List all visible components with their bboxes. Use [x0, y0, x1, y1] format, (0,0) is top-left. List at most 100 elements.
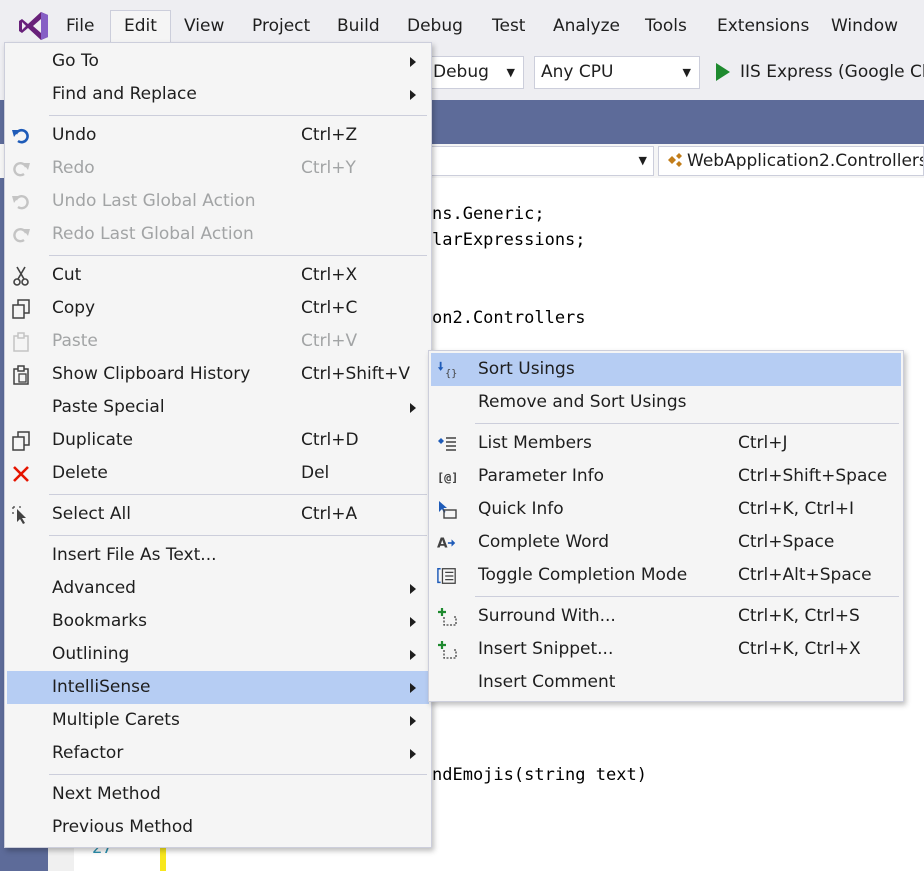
- menu-item-go-to[interactable]: Go To: [5, 45, 431, 78]
- shortcut-label: Ctrl+Space: [738, 532, 835, 552]
- menu-item-label: Multiple Carets: [52, 710, 180, 730]
- menu-item-label: List Members: [478, 433, 592, 453]
- shortcut-label: Ctrl+V: [301, 331, 358, 351]
- run-target-button[interactable]: IIS Express (Google Chr: [740, 56, 924, 89]
- svg-text:{}: {}: [445, 368, 457, 379]
- shortcut-label: Ctrl+J: [738, 433, 788, 453]
- menu-item-select-all[interactable]: Select All Ctrl+A: [5, 498, 431, 531]
- menu-item-label: Parameter Info: [478, 466, 605, 486]
- edit-menu: Go To Find and Replace Undo Ctrl+Z Redo …: [4, 42, 432, 848]
- menu-item-label: Cut: [52, 265, 82, 285]
- chevron-down-icon: ▼: [506, 66, 515, 79]
- menu-item-sort-usings[interactable]: {} Sort Usings: [431, 353, 901, 386]
- menu-item-surround-with[interactable]: Surround With... Ctrl+K, Ctrl+S: [429, 600, 903, 633]
- menu-item-intellisense[interactable]: IntelliSense: [7, 671, 429, 704]
- submenu-arrow-icon: [410, 683, 416, 693]
- menu-item-remove-and-sort-usings[interactable]: Remove and Sort Usings: [429, 386, 903, 419]
- svg-text:[@]: [@]: [437, 471, 457, 485]
- delete-x-icon: [13, 466, 29, 482]
- menu-item-label: Show Clipboard History: [52, 364, 251, 384]
- sort-usings-icon: {}: [437, 361, 457, 379]
- menu-item-complete-word[interactable]: A Complete Word Ctrl+Space: [429, 526, 903, 559]
- submenu-arrow-icon: [410, 749, 416, 759]
- intellisense-submenu: {} Sort Usings Remove and Sort Usings Li…: [428, 350, 904, 702]
- menu-separator: [49, 774, 427, 775]
- menu-tools[interactable]: Tools: [645, 10, 687, 43]
- menu-item-label: Duplicate: [52, 430, 133, 450]
- menu-separator: [49, 115, 427, 116]
- menu-item-copy[interactable]: Copy Ctrl+C: [5, 292, 431, 325]
- menu-item-redo-last-global-action[interactable]: Redo Last Global Action: [5, 218, 431, 251]
- menu-item-paste[interactable]: Paste Ctrl+V: [5, 325, 431, 358]
- member-dropdown[interactable]: WebApplication2.Controllers.E: [658, 146, 924, 176]
- menu-item-cut[interactable]: Cut Ctrl+X: [5, 259, 431, 292]
- code-line: ndEmojis(string text): [432, 765, 647, 785]
- surround-with-icon: [438, 608, 457, 626]
- menu-item-bookmarks[interactable]: Bookmarks: [5, 605, 431, 638]
- redo-icon: [13, 162, 30, 177]
- complete-word-icon: A: [437, 536, 456, 552]
- visual-studio-logo-icon[interactable]: [18, 10, 50, 42]
- shortcut-label: Ctrl+Z: [301, 125, 358, 145]
- menu-item-show-clipboard-history[interactable]: Show Clipboard History Ctrl+Shift+V: [5, 358, 431, 391]
- shortcut-label: Ctrl+C: [301, 298, 358, 318]
- menu-extensions[interactable]: Extensions: [717, 10, 809, 43]
- menu-item-label: Paste Special: [52, 397, 165, 417]
- submenu-arrow-icon: [410, 617, 416, 627]
- paste-icon: [13, 332, 29, 352]
- menu-separator: [49, 535, 427, 536]
- menu-item-undo-last-global-action[interactable]: Undo Last Global Action: [5, 185, 431, 218]
- play-icon[interactable]: [716, 63, 730, 81]
- menu-item-toggle-completion-mode[interactable]: Toggle Completion Mode Ctrl+Alt+Space: [429, 559, 903, 592]
- menu-item-outlining[interactable]: Outlining: [5, 638, 431, 671]
- shortcut-label: Ctrl+K, Ctrl+S: [738, 606, 860, 626]
- configuration-combo[interactable]: Debug ▼: [426, 56, 524, 89]
- menu-file[interactable]: File: [66, 10, 94, 43]
- menu-view[interactable]: View: [184, 10, 224, 43]
- menu-item-label: Insert Snippet...: [478, 639, 614, 659]
- menu-item-refactor[interactable]: Refactor: [5, 737, 431, 770]
- menu-item-multiple-carets[interactable]: Multiple Carets: [5, 704, 431, 737]
- submenu-arrow-icon: [410, 584, 416, 594]
- menu-item-insert-snippet[interactable]: Insert Snippet... Ctrl+K, Ctrl+X: [429, 633, 903, 666]
- menu-item-label: Redo Last Global Action: [52, 224, 254, 244]
- menu-analyze[interactable]: Analyze: [553, 10, 620, 43]
- menu-item-redo[interactable]: Redo Ctrl+Y: [5, 152, 431, 185]
- menu-item-label: Undo: [52, 125, 97, 145]
- chevron-down-icon: ▼: [638, 154, 647, 167]
- menu-separator: [475, 596, 899, 597]
- menu-item-find-and-replace[interactable]: Find and Replace: [5, 78, 431, 111]
- menu-project[interactable]: Project: [252, 10, 310, 43]
- menu-item-advanced[interactable]: Advanced: [5, 572, 431, 605]
- shortcut-label: Ctrl+Y: [301, 158, 356, 178]
- menu-item-label: Insert File As Text...: [52, 545, 217, 565]
- menu-item-label: Next Method: [52, 784, 161, 804]
- menu-item-parameter-info[interactable]: [@] Parameter Info Ctrl+Shift+Space: [429, 460, 903, 493]
- menu-item-insert-file-as-text[interactable]: Insert File As Text...: [5, 539, 431, 572]
- menu-item-previous-method[interactable]: Previous Method: [5, 811, 431, 844]
- menu-window[interactable]: Window: [831, 10, 898, 43]
- platform-combo[interactable]: Any CPU ▼: [534, 56, 700, 89]
- menu-item-insert-comment[interactable]: Insert Comment: [429, 666, 903, 699]
- menu-item-duplicate[interactable]: Duplicate Ctrl+D: [5, 424, 431, 457]
- menu-item-next-method[interactable]: Next Method: [5, 778, 431, 811]
- menu-separator: [475, 423, 899, 424]
- shortcut-label: Ctrl+D: [301, 430, 359, 450]
- menu-item-quick-info[interactable]: Quick Info Ctrl+K, Ctrl+I: [429, 493, 903, 526]
- shortcut-label: Ctrl+Shift+V: [301, 364, 411, 384]
- type-dropdown[interactable]: ▼: [420, 146, 654, 176]
- clipboard-history-icon: [13, 365, 29, 385]
- menu-item-undo[interactable]: Undo Ctrl+Z: [5, 119, 431, 152]
- shortcut-label: Ctrl+A: [301, 504, 358, 524]
- menu-item-paste-special[interactable]: Paste Special: [5, 391, 431, 424]
- undo-global-icon: [12, 195, 29, 210]
- menu-item-label: Copy: [52, 298, 96, 318]
- menu-item-delete[interactable]: Delete Del: [5, 457, 431, 490]
- undo-icon: [12, 128, 29, 144]
- menu-item-label: Toggle Completion Mode: [478, 565, 688, 585]
- menu-debug[interactable]: Debug: [407, 10, 463, 43]
- menu-item-list-members[interactable]: List Members Ctrl+J: [429, 427, 903, 460]
- menu-test[interactable]: Test: [492, 10, 525, 43]
- menu-build[interactable]: Build: [337, 10, 380, 43]
- code-line: larExpressions;: [432, 230, 586, 250]
